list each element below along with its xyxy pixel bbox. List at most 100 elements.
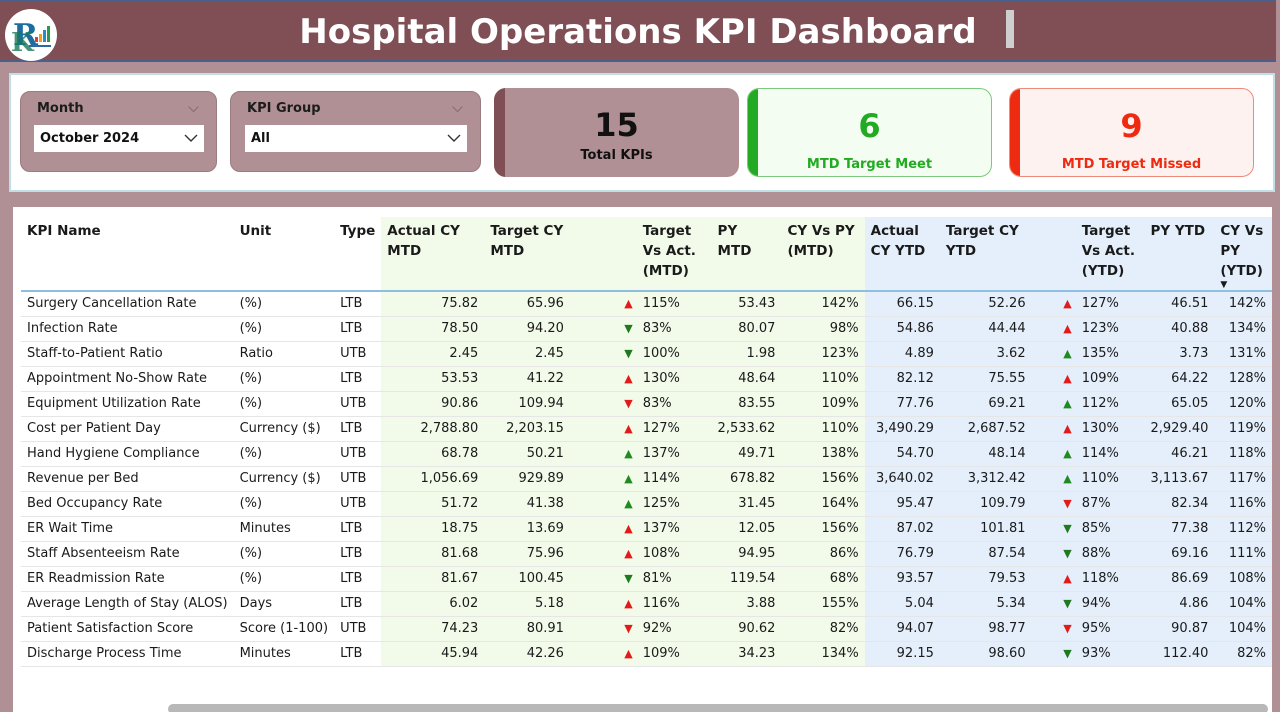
cell-target-cy-mtd: 94.20 (484, 316, 570, 342)
cell-ytd-indicator: ▲ (1031, 341, 1076, 367)
cell-target-vs-act-ytd: 112% (1075, 391, 1145, 417)
table-row[interactable]: Bed Occupancy Rate (%) UTB 51.72 41.38 ▲ 125%… (21, 491, 1272, 517)
cell-target-vs-act-mtd: 115% (636, 291, 712, 317)
cell-target-vs-act-ytd: 110% (1075, 466, 1145, 492)
total-kpis-card: 15 Total KPIs (494, 88, 739, 177)
cell-type: UTB (334, 491, 382, 517)
cell-target-vs-act-mtd: 83% (636, 391, 712, 417)
cell-kpi-name: ER Wait Time (21, 516, 234, 542)
cell-py-ytd: 69.16 (1144, 541, 1215, 567)
table-row[interactable]: Surgery Cancellation Rate (%) LTB 75.82 65.… (21, 291, 1272, 317)
chevron-down-icon[interactable] (188, 102, 199, 113)
chevron-down-icon[interactable] (184, 130, 198, 149)
horizontal-scrollbar[interactable] (168, 704, 1268, 712)
cell-cy-vs-py-mtd: 110% (781, 416, 865, 442)
col-header-target-cy-ytd[interactable]: Target CY YTD (939, 217, 1032, 292)
cell-py-mtd: 80.07 (711, 316, 782, 342)
table-row[interactable]: Equipment Utilization Rate (%) UTB 90.86 109… (21, 391, 1272, 417)
arrow-up-red-icon: ▲ (624, 547, 633, 560)
cell-cy-vs-py-mtd: 82% (781, 616, 865, 642)
arrow-up-green-icon: ▲ (1063, 347, 1072, 360)
col-header-target-vs-act-ytd[interactable]: Target Vs Act. (YTD) (1075, 217, 1145, 292)
cell-target-vs-act-mtd: 81% (636, 566, 712, 592)
cell-mtd-indicator: ▲ (569, 541, 637, 567)
table-row[interactable]: Patient Satisfaction Score Score (1-100) U… (21, 616, 1272, 642)
arrow-up-red-icon: ▲ (624, 597, 633, 610)
month-slicer[interactable]: Month October 2024 (20, 91, 217, 172)
col-header-actual-cy-ytd[interactable]: Actual CY YTD (864, 217, 940, 292)
cell-actual-cy-mtd: 6.02 (381, 591, 485, 617)
col-header-target-vs-act-mtd[interactable]: Target Vs Act. (MTD) (636, 217, 712, 292)
cell-actual-cy-mtd: 2,788.80 (381, 416, 485, 442)
kpi-group-dropdown[interactable]: All (245, 125, 467, 152)
cell-cy-vs-py-ytd: 117% (1214, 466, 1272, 492)
col-header-type[interactable]: Type (334, 217, 382, 292)
cell-target-vs-act-ytd: 127% (1075, 291, 1145, 317)
cell-target-cy-ytd: 52.26 (939, 291, 1032, 317)
col-header-target-cy-mtd[interactable]: Target CY MTD (484, 217, 570, 292)
table-row[interactable]: ER Wait Time Minutes LTB 18.75 13.69 ▲ 137% 12.… (21, 516, 1272, 542)
cell-unit: Score (1-100) (233, 616, 335, 642)
col-header-py-mtd[interactable]: PY MTD (711, 217, 782, 292)
arrow-up-green-icon: ▲ (1063, 472, 1072, 485)
cell-py-ytd: 46.51 (1144, 291, 1215, 317)
table-row[interactable]: ER Readmission Rate (%) LTB 81.67 100.45 ▼ 81… (21, 566, 1272, 592)
table-row[interactable]: Hand Hygiene Compliance (%) UTB 68.78 50.21… (21, 441, 1272, 467)
kpi-group-value: All (251, 131, 270, 146)
cell-mtd-indicator: ▲ (569, 466, 637, 492)
table-row[interactable]: Infection Rate (%) LTB 78.50 94.20 ▼ 83% 80.07… (21, 316, 1272, 342)
col-header-mtd-indicator[interactable] (569, 217, 637, 292)
cell-cy-vs-py-mtd: 156% (781, 516, 865, 542)
table-row[interactable]: Average Length of Stay (ALOS) Days LTB 6.02… (21, 591, 1272, 617)
cell-target-vs-act-mtd: 108% (636, 541, 712, 567)
cell-cy-vs-py-ytd: 111% (1214, 541, 1272, 567)
table-row[interactable]: Appointment No-Show Rate (%) LTB 53.53 41.2… (21, 366, 1272, 392)
arrow-down-green-icon: ▼ (1063, 597, 1072, 610)
col-header-cy-vs-py-ytd[interactable]: CY Vs PY (YTD) ▼ (1214, 217, 1272, 292)
col-header-kpi-name[interactable]: KPI Name (21, 217, 234, 292)
arrow-down-red-icon: ▼ (1063, 622, 1072, 635)
cell-type: LTB (334, 516, 382, 542)
cell-actual-cy-mtd: 18.75 (381, 516, 485, 542)
table-row[interactable]: Cost per Patient Day Currency ($) LTB 2,788… (21, 416, 1272, 442)
cell-cy-vs-py-ytd: 142% (1214, 291, 1272, 317)
cell-type: UTB (334, 441, 382, 467)
cell-kpi-name: Discharge Process Time (21, 641, 234, 667)
chevron-down-icon[interactable] (447, 130, 461, 149)
cell-py-ytd: 86.69 (1144, 566, 1215, 592)
month-dropdown[interactable]: October 2024 (34, 125, 204, 152)
cell-target-cy-ytd: 79.53 (939, 566, 1032, 592)
cell-actual-cy-mtd: 2.45 (381, 341, 485, 367)
table-row[interactable]: Staff Absenteeism Rate (%) LTB 81.68 75.96 ▲ 1… (21, 541, 1272, 567)
cell-ytd-indicator: ▼ (1031, 591, 1076, 617)
cell-actual-cy-mtd: 51.72 (381, 491, 485, 517)
cell-actual-cy-ytd: 54.70 (864, 441, 940, 467)
cell-target-cy-ytd: 87.54 (939, 541, 1032, 567)
sort-descending-icon[interactable]: ▼ (1220, 281, 1266, 290)
col-header-cy-vs-py-mtd[interactable]: CY Vs PY (MTD) (781, 217, 865, 292)
col-header-actual-cy-mtd[interactable]: Actual CY MTD (381, 217, 485, 292)
cell-py-ytd: 112.40 (1144, 641, 1215, 667)
cell-target-cy-mtd: 75.96 (484, 541, 570, 567)
cell-ytd-indicator: ▲ (1031, 366, 1076, 392)
cell-cy-vs-py-ytd: 128% (1214, 366, 1272, 392)
arrow-down-green-icon: ▼ (1063, 522, 1072, 535)
kpi-group-slicer-label: KPI Group (247, 101, 321, 116)
cell-target-vs-act-ytd: 123% (1075, 316, 1145, 342)
cell-actual-cy-ytd: 77.76 (864, 391, 940, 417)
table-row[interactable]: Revenue per Bed Currency ($) UTB 1,056.69 92… (21, 466, 1272, 492)
chevron-down-icon[interactable] (452, 102, 463, 113)
col-header-unit[interactable]: Unit (233, 217, 335, 292)
cell-target-vs-act-ytd: 94% (1075, 591, 1145, 617)
cell-type: LTB (334, 566, 382, 592)
cell-py-mtd: 53.43 (711, 291, 782, 317)
cell-target-vs-act-mtd: 100% (636, 341, 712, 367)
kpi-group-slicer[interactable]: KPI Group All (230, 91, 481, 172)
table-row[interactable]: Staff-to-Patient Ratio Ratio UTB 2.45 2.45 ▼ 1… (21, 341, 1272, 367)
cell-py-ytd: 40.88 (1144, 316, 1215, 342)
col-header-ytd-indicator[interactable] (1031, 217, 1076, 292)
col-header-py-ytd[interactable]: PY YTD (1144, 217, 1215, 292)
table-row[interactable]: Discharge Process Time Minutes LTB 45.94 42.… (21, 641, 1272, 667)
cell-target-cy-mtd: 100.45 (484, 566, 570, 592)
cell-target-cy-mtd: 5.18 (484, 591, 570, 617)
